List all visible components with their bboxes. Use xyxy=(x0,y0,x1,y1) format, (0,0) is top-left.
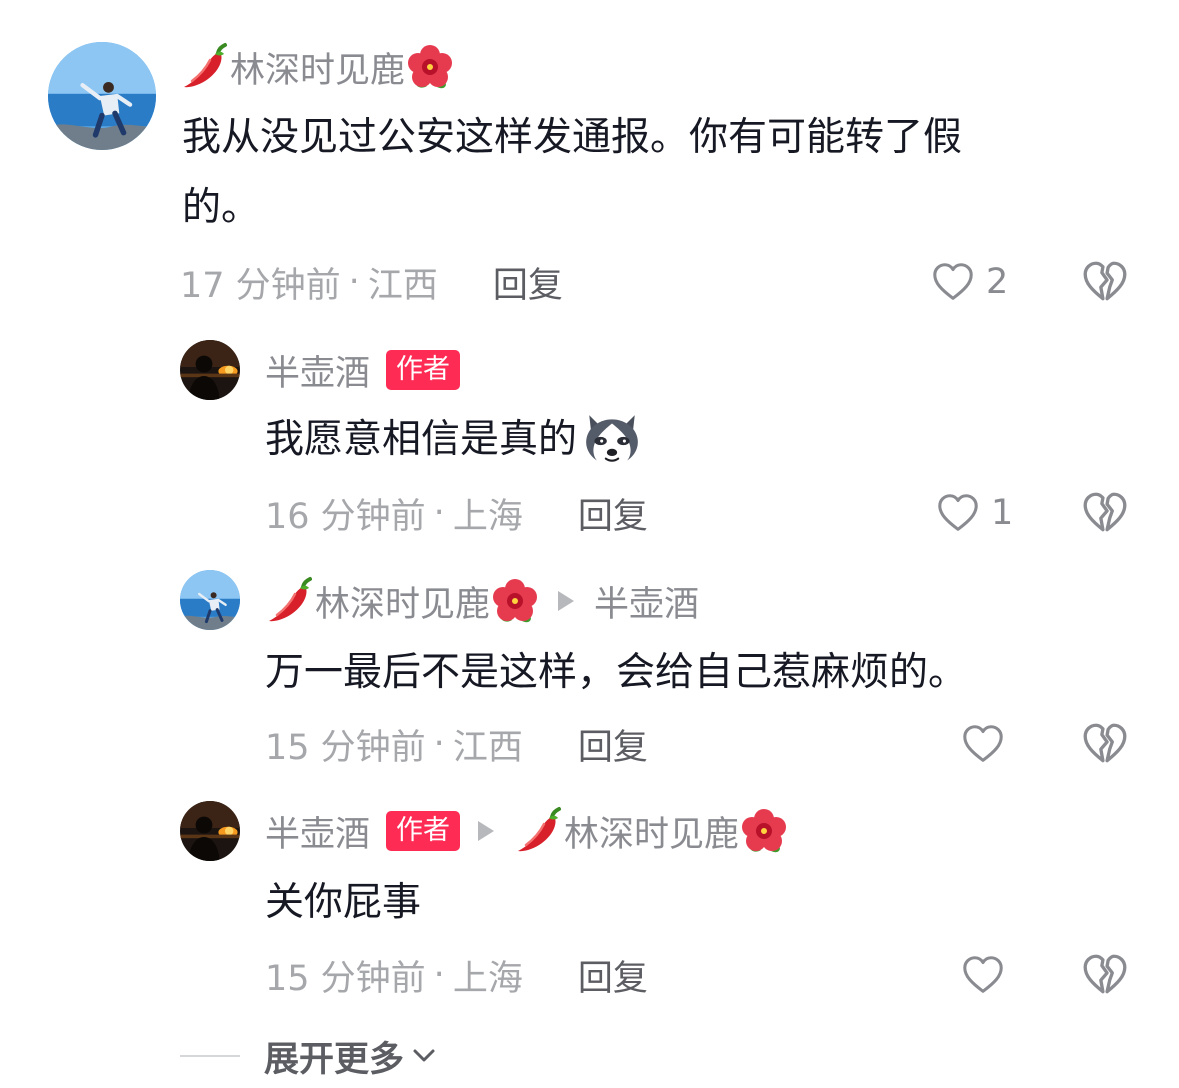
broken-heart-icon xyxy=(1080,488,1130,538)
heart-icon xyxy=(960,952,1006,998)
avatar[interactable] xyxy=(48,42,156,150)
comment-author-name[interactable]: 林深时见鹿 xyxy=(315,576,490,627)
meta-separator: · xyxy=(433,493,445,533)
dislike-button[interactable] xyxy=(1080,950,1130,1000)
hibiscus-flower-emoji-icon xyxy=(739,806,789,856)
avatar[interactable] xyxy=(180,340,240,400)
comment-author-row: 林深时见鹿 xyxy=(180,42,455,92)
like-button[interactable]: 2 xyxy=(930,257,1008,307)
dislike-button[interactable] xyxy=(1080,257,1130,307)
reply-button[interactable]: 回复 xyxy=(578,719,648,770)
comment-author-row: 半壶酒 作者 xyxy=(265,345,461,396)
chili-pepper-emoji-icon xyxy=(180,42,230,92)
comment-time: 15 分钟前 xyxy=(265,958,426,999)
comment-author-name[interactable]: 林深时见鹿 xyxy=(230,42,405,93)
hibiscus-flower-emoji-icon xyxy=(490,576,540,626)
like-button[interactable] xyxy=(960,719,1016,769)
heart-icon xyxy=(930,259,976,305)
comment-author-name[interactable]: 半壶酒 xyxy=(265,345,370,396)
reply-to-arrow-icon xyxy=(558,591,575,611)
meta-separator: · xyxy=(348,262,360,302)
comment-text-content: 我愿意相信是真的 xyxy=(265,417,578,462)
like-count: 1 xyxy=(991,493,1014,533)
reply-button[interactable]: 回复 xyxy=(578,950,648,1001)
avatar[interactable] xyxy=(180,801,240,861)
comment-author-row: 林深时见鹿 半壶酒 xyxy=(265,576,699,626)
divider-line xyxy=(180,1055,240,1057)
comment-location: 江西 xyxy=(367,265,438,306)
meta-separator: · xyxy=(433,724,445,764)
author-badge: 作者 xyxy=(386,811,461,851)
comment-time: 15 分钟前 xyxy=(265,727,426,768)
reply-to-arrow-icon xyxy=(478,821,495,841)
dislike-button[interactable] xyxy=(1080,488,1130,538)
comment-location: 上海 xyxy=(452,496,523,537)
broken-heart-icon xyxy=(1080,950,1130,1000)
avatar[interactable] xyxy=(180,570,240,630)
meta-separator: · xyxy=(433,955,445,995)
comment-meta: 15 分钟前 · 江西 回复 xyxy=(265,719,648,769)
expand-more-label: 展开更多 xyxy=(264,1039,405,1080)
reply-target-name[interactable]: 林深时见鹿 xyxy=(564,806,739,857)
comment-meta: 17 分钟前 · 江西 回复 xyxy=(180,257,563,307)
like-button[interactable] xyxy=(960,950,1016,1000)
comment-author-name[interactable]: 半壶酒 xyxy=(265,806,370,857)
like-button[interactable]: 1 xyxy=(935,488,1013,538)
comment-text: 万一最后不是这样，会给自己惹麻烦的。 xyxy=(265,650,968,695)
expand-more-button[interactable]: 展开更多 xyxy=(180,1028,438,1084)
chili-pepper-emoji-icon xyxy=(514,806,564,856)
chili-pepper-emoji-icon xyxy=(265,576,315,626)
author-badge: 作者 xyxy=(386,350,461,390)
comment-text: 关你屁事 xyxy=(265,880,422,925)
chevron-down-icon xyxy=(410,1042,438,1070)
heart-icon xyxy=(960,721,1006,767)
comment-location: 上海 xyxy=(452,958,523,999)
comment-time: 17 分钟前 xyxy=(180,265,341,306)
broken-heart-icon xyxy=(1080,719,1130,769)
reply-button[interactable]: 回复 xyxy=(493,257,563,308)
comment-author-row: 半壶酒 作者 林深时见鹿 xyxy=(265,806,789,856)
heart-icon xyxy=(935,490,981,536)
comment-meta: 15 分钟前 · 上海 回复 xyxy=(265,950,648,1000)
reply-target-name[interactable]: 半壶酒 xyxy=(594,576,699,627)
broken-heart-icon xyxy=(1080,257,1130,307)
comment-meta: 16 分钟前 · 上海 回复 xyxy=(265,488,648,538)
like-count: 2 xyxy=(986,262,1009,302)
comment-time: 16 分钟前 xyxy=(265,496,426,537)
dislike-button[interactable] xyxy=(1080,719,1130,769)
husky-dog-emoji-icon xyxy=(581,409,643,471)
reply-button[interactable]: 回复 xyxy=(578,488,648,539)
comment-text: 我愿意相信是真的 xyxy=(265,405,1065,475)
comment-text: 我从没见过公安这样发通报。你有可能转了假 的。 xyxy=(182,115,963,230)
hibiscus-flower-emoji-icon xyxy=(405,42,455,92)
comment-location: 江西 xyxy=(452,727,523,768)
